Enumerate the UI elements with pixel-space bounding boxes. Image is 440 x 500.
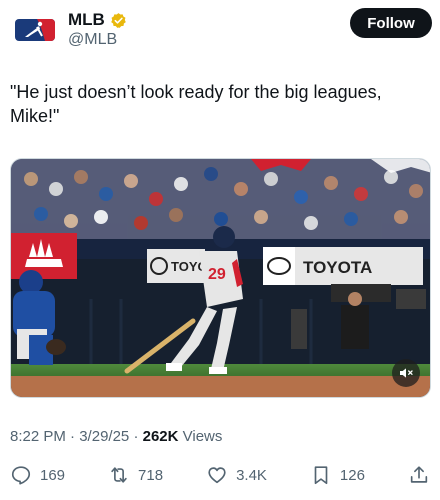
- volume-muted-icon[interactable]: [392, 359, 420, 387]
- heart-icon: [208, 467, 226, 484]
- views-label: Views: [182, 428, 223, 445]
- tweet-text: "He just doesn’t look ready for the big …: [10, 82, 382, 126]
- name-row: MLB: [68, 10, 127, 30]
- meta-separator: ·: [133, 428, 139, 445]
- reply-icon: [11, 466, 31, 485]
- like-button[interactable]: 3.4K: [206, 464, 267, 486]
- bookmark-count: 126: [339, 466, 365, 484]
- display-name[interactable]: MLB: [68, 10, 105, 30]
- reply-count: 169: [40, 466, 66, 484]
- repost-count: 718: [138, 466, 164, 484]
- sponsor-text: TOYOTA: [303, 258, 372, 277]
- action-bar: 169 718 3.4K 126: [10, 462, 430, 488]
- share-icon: [410, 466, 428, 483]
- follow-button[interactable]: Follow: [350, 8, 432, 38]
- tweet-time[interactable]: 8:22 PM: [10, 428, 66, 445]
- verified-badge-icon: [110, 12, 127, 29]
- bookmark-icon: [314, 466, 328, 485]
- mlb-logo-icon: [13, 10, 57, 50]
- handle[interactable]: @MLB: [68, 31, 117, 49]
- share-button[interactable]: [408, 464, 430, 486]
- repost-icon: [111, 467, 127, 483]
- avatar[interactable]: [13, 10, 57, 50]
- views-count: 262K: [142, 428, 179, 445]
- tweet-header: MLB @MLB Follow: [10, 8, 432, 52]
- tweet-date[interactable]: 3/29/25: [79, 428, 129, 445]
- meta-separator: ·: [70, 428, 76, 445]
- video-frame: TOYO TOYOTA 29: [11, 159, 430, 397]
- jersey-number: 29: [208, 266, 226, 283]
- like-count: 3.4K: [236, 466, 267, 484]
- bookmark-button[interactable]: 126: [310, 464, 365, 486]
- reply-button[interactable]: 169: [10, 464, 65, 486]
- tweet-meta: 8:22 PM · 3/29/25 · 262K Views: [10, 428, 222, 445]
- video-player[interactable]: TOYO TOYOTA 29: [10, 158, 431, 398]
- repost-button[interactable]: 718: [108, 464, 163, 486]
